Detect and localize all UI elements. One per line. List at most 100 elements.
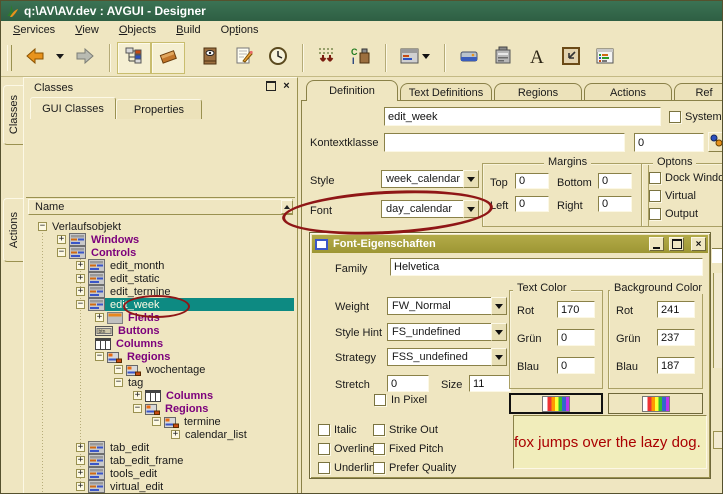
tree-item-tab_edit_frame[interactable]: +tab_edit_frame	[76, 454, 185, 467]
expand-icon[interactable]: +	[171, 430, 180, 439]
tree-column-header[interactable]: Name	[28, 199, 293, 215]
tree-item-regions[interactable]: −Regions	[133, 402, 210, 415]
collapse-icon[interactable]: −	[133, 404, 142, 413]
tab-properties[interactable]: Properties	[116, 99, 202, 119]
tab-ref[interactable]: Ref	[674, 83, 723, 100]
tree-item-fields[interactable]: +Fields	[95, 311, 162, 324]
back-button[interactable]	[18, 42, 52, 74]
expand-icon[interactable]: +	[76, 274, 85, 283]
panel-dock-button[interactable]	[264, 79, 277, 92]
tree-item-edit_month[interactable]: +edit_month	[76, 259, 166, 272]
menu-options[interactable]: Options	[221, 24, 259, 36]
tree-item-termine[interactable]: −termine	[152, 415, 223, 428]
expand-icon[interactable]: +	[76, 443, 85, 452]
dock-window-checkbox[interactable]	[649, 172, 661, 184]
compile-button[interactable]: CI	[344, 42, 378, 74]
underline-checkbox[interactable]	[318, 462, 330, 474]
in-pixel-checkbox[interactable]	[374, 394, 386, 406]
collapse-icon[interactable]: −	[114, 378, 123, 387]
margin-bottom-input[interactable]	[598, 173, 632, 189]
dialog-title-bar[interactable]: Font-Eigenschaften ×	[312, 235, 708, 253]
tab-regions[interactable]: Regions	[494, 83, 582, 100]
history-clock-button[interactable]	[261, 42, 295, 74]
dock-tab-actions[interactable]: Actions	[3, 198, 23, 262]
bg-rot-input[interactable]	[657, 301, 695, 318]
form-select-button[interactable]	[393, 42, 437, 74]
collapse-icon[interactable]: −	[38, 222, 47, 231]
text-blau-input[interactable]	[557, 357, 595, 374]
strategy-dropdown[interactable]: FSS_undefined	[387, 348, 507, 366]
overline-checkbox[interactable]	[318, 443, 330, 455]
eraser-button[interactable]	[151, 42, 185, 74]
font-dropdown[interactable]: day_calendar	[381, 200, 479, 218]
image-link-button[interactable]	[554, 42, 588, 74]
tree-item-tab_edit[interactable]: +tab_edit	[76, 441, 151, 454]
background-color-picker-button[interactable]	[608, 393, 703, 414]
edit-document-button[interactable]	[227, 42, 261, 74]
tree-item-edit_static[interactable]: +edit_static	[76, 272, 162, 285]
chevron-down-icon[interactable]	[463, 200, 479, 218]
kontextklasse-input[interactable]	[384, 133, 625, 152]
expand-icon[interactable]: +	[57, 235, 66, 244]
expand-icon[interactable]: +	[76, 261, 85, 270]
tree-item-regions[interactable]: −Regions	[95, 350, 172, 363]
menu-services[interactable]: Services	[13, 24, 55, 36]
tab-definition[interactable]: Definition	[306, 80, 398, 101]
tree-item-verlaufsobjekt[interactable]: −Verlaufsobjekt	[38, 220, 123, 233]
tree-item-windows[interactable]: +Windows	[57, 233, 141, 246]
save-drive-button[interactable]	[452, 42, 486, 74]
kontext-id-input[interactable]	[634, 133, 704, 152]
collapse-icon[interactable]: −	[152, 417, 161, 426]
tree-item-edit_week[interactable]: −edit_week	[76, 298, 294, 311]
stretch-input[interactable]	[387, 375, 429, 392]
chevron-down-icon[interactable]	[491, 297, 507, 315]
font-button[interactable]: A	[520, 42, 554, 74]
margin-right-input[interactable]	[598, 196, 632, 212]
tree-item-buttons[interactable]: btnButtons	[95, 324, 162, 337]
chevron-down-icon[interactable]	[491, 348, 507, 366]
tree-item-edit_termine[interactable]: +edit_termine	[76, 285, 173, 298]
forward-button[interactable]	[68, 42, 102, 74]
text-rot-input[interactable]	[557, 301, 595, 318]
inspect-book-button[interactable]	[193, 42, 227, 74]
update-button[interactable]	[310, 42, 344, 74]
collapse-icon[interactable]: −	[76, 300, 85, 309]
dock-tab-classes[interactable]: Classes	[3, 85, 23, 145]
panel-close-button[interactable]: ×	[280, 79, 293, 92]
output-checkbox[interactable]	[649, 208, 661, 220]
expand-icon[interactable]: +	[95, 313, 104, 322]
window-list-button[interactable]	[588, 42, 622, 74]
close-button[interactable]: ×	[691, 237, 706, 251]
weight-dropdown[interactable]: FW_Normal	[387, 297, 507, 315]
tree-item-columns[interactable]: Columns	[95, 337, 165, 350]
column-scroll-button[interactable]	[281, 200, 293, 214]
family-input[interactable]	[390, 258, 703, 276]
tab-actions[interactable]: Actions	[584, 83, 672, 100]
virtual-checkbox[interactable]	[649, 190, 661, 202]
expand-icon[interactable]: +	[76, 482, 85, 491]
size-input[interactable]	[469, 375, 511, 392]
bg-blau-input[interactable]	[657, 357, 695, 374]
menu-build[interactable]: Build	[176, 24, 200, 36]
tab-gui-classes[interactable]: GUI Classes	[30, 97, 116, 119]
tree-item-calendar_list[interactable]: +calendar_list	[171, 428, 249, 441]
tree-item-tag[interactable]: −tag	[114, 376, 145, 389]
tree-item-tools_edit[interactable]: +tools_edit	[76, 467, 159, 480]
bg-gruen-input[interactable]	[657, 329, 695, 346]
expand-icon[interactable]: +	[133, 391, 142, 400]
fixed-pitch-checkbox[interactable]	[373, 443, 385, 455]
minimize-button[interactable]	[649, 237, 664, 251]
tree-item-virtual_edit[interactable]: +virtual_edit	[76, 480, 165, 493]
tab-text-definitions[interactable]: Text Definitions	[400, 83, 492, 100]
maximize-button[interactable]	[669, 237, 684, 251]
style-hint-dropdown[interactable]: FS_undefined	[387, 323, 507, 341]
system-checkbox[interactable]	[669, 111, 681, 123]
text-color-picker-button[interactable]	[509, 393, 603, 414]
collapse-icon[interactable]: −	[114, 365, 123, 374]
italic-checkbox[interactable]	[318, 424, 330, 436]
toolbar-grip[interactable]	[7, 45, 12, 71]
back-history-button[interactable]	[52, 42, 68, 74]
style-dropdown[interactable]: week_calendar	[381, 170, 479, 188]
tree-item-columns[interactable]: +Columns	[133, 389, 215, 402]
chevron-down-icon[interactable]	[463, 170, 479, 188]
